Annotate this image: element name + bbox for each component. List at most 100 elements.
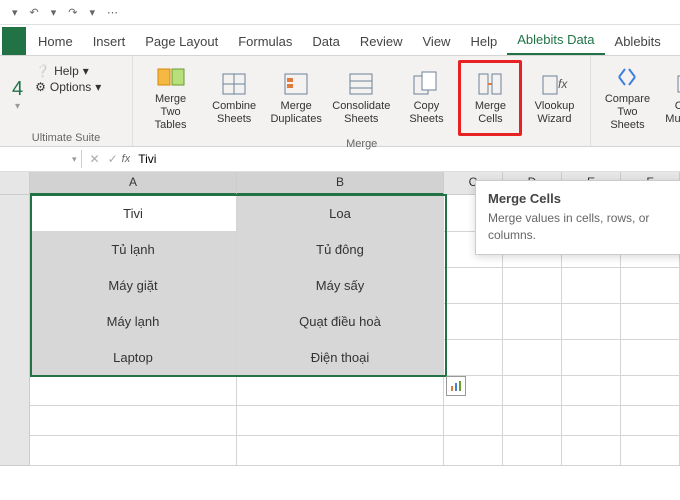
formula-bar[interactable] <box>130 150 680 168</box>
combine-sheets-icon <box>220 70 248 98</box>
cell[interactable] <box>621 267 680 304</box>
compare-multi-icon <box>675 70 680 98</box>
cancel-formula[interactable]: ✕ <box>86 152 104 166</box>
row-header[interactable] <box>0 405 30 436</box>
cell[interactable] <box>621 339 680 376</box>
tab-ablebits-data[interactable]: Ablebits Data <box>507 26 604 55</box>
tooltip-body: Merge values in cells, rows, or columns. <box>488 210 680 244</box>
row-header[interactable] <box>0 375 30 406</box>
cell[interactable] <box>562 267 621 304</box>
cell[interactable]: Điện thoại <box>237 339 444 376</box>
cell[interactable]: Loa <box>237 195 444 232</box>
cell[interactable] <box>562 435 621 466</box>
tooltip: Merge Cells Merge values in cells, rows,… <box>475 180 680 255</box>
copy-sheets-icon <box>412 70 440 98</box>
suite-sub: ▾ <box>15 101 20 112</box>
merge-dup-icon <box>282 70 310 98</box>
col-a[interactable]: A <box>30 172 237 195</box>
tab-page-layout[interactable]: Page Layout <box>135 28 228 55</box>
combine-sheets-button[interactable]: CombineSheets <box>204 60 264 136</box>
cell[interactable] <box>562 405 621 436</box>
cell[interactable] <box>503 375 562 406</box>
undo-button[interactable]: ↶ <box>26 4 43 21</box>
cell[interactable] <box>30 405 237 436</box>
enter-formula[interactable]: ✓ <box>104 152 122 166</box>
cell[interactable]: Quạt điều hoà <box>237 303 444 340</box>
cell[interactable]: Tủ lạnh <box>30 231 237 268</box>
cell[interactable] <box>562 375 621 406</box>
row-header[interactable] <box>0 339 30 376</box>
compare-multiple-button[interactable]: CompMultiple S <box>659 60 680 136</box>
tab-help[interactable]: Help <box>460 28 507 55</box>
cell[interactable]: Máy giặt <box>30 267 237 304</box>
row-header[interactable] <box>0 231 30 268</box>
vlookup-icon: fx <box>540 70 568 98</box>
redo-dd[interactable]: ▾ <box>86 4 100 21</box>
cell[interactable] <box>562 303 621 340</box>
tab-home[interactable]: Home <box>28 28 83 55</box>
cell[interactable] <box>237 375 444 406</box>
cell[interactable] <box>503 339 562 376</box>
cell[interactable]: Tivi <box>30 195 237 232</box>
cell[interactable] <box>444 339 503 376</box>
row-header[interactable] <box>0 303 30 340</box>
name-box[interactable] <box>0 150 72 168</box>
merge-cells-button[interactable]: MergeCells <box>458 60 522 136</box>
group-label-ultimate: Ultimate Suite <box>6 130 126 146</box>
cell[interactable] <box>503 303 562 340</box>
cell[interactable] <box>562 339 621 376</box>
merge-two-tables-button[interactable]: MergeTwo Tables <box>139 60 202 136</box>
cell[interactable] <box>30 435 237 466</box>
cell[interactable]: Máy lạnh <box>30 303 237 340</box>
cell[interactable] <box>444 405 503 436</box>
tab-review[interactable]: Review <box>350 28 413 55</box>
cell[interactable] <box>30 375 237 406</box>
cell[interactable] <box>503 435 562 466</box>
fx-icon[interactable]: fx <box>122 153 131 165</box>
cell[interactable] <box>503 267 562 304</box>
merge-tables-icon <box>157 63 185 91</box>
undo-dd[interactable]: ▾ <box>47 4 61 21</box>
redo-button[interactable]: ↷ <box>64 4 81 21</box>
file-tab[interactable] <box>2 27 26 55</box>
tab-formulas[interactable]: Formulas <box>228 28 302 55</box>
help-button[interactable]: ❔Help ▾ <box>35 64 101 78</box>
cell[interactable] <box>621 303 680 340</box>
consolidate-sheets-button[interactable]: ConsolidateSheets <box>328 60 394 136</box>
cell[interactable] <box>621 405 680 436</box>
cell[interactable] <box>621 375 680 406</box>
compare-two-sheets-button[interactable]: CompareTwo Sheets <box>597 60 657 136</box>
cell[interactable] <box>444 435 503 466</box>
row-header[interactable] <box>0 267 30 304</box>
qat-more[interactable]: ⋯ <box>103 4 122 21</box>
select-all[interactable] <box>0 172 30 195</box>
cell[interactable] <box>237 435 444 466</box>
tab-insert[interactable]: Insert <box>83 28 136 55</box>
cell[interactable] <box>503 405 562 436</box>
consolidate-icon <box>347 70 375 98</box>
cell[interactable]: Laptop <box>30 339 237 376</box>
gear-icon: ⚙ <box>35 80 46 94</box>
tab-data[interactable]: Data <box>302 28 349 55</box>
cell[interactable] <box>621 435 680 466</box>
col-b[interactable]: B <box>237 172 444 195</box>
row-header[interactable] <box>0 435 30 466</box>
save-icon[interactable]: ▾ <box>8 4 22 21</box>
cell[interactable] <box>237 405 444 436</box>
cell[interactable]: Tủ đông <box>237 231 444 268</box>
tab-ablebits[interactable]: Ablebits <box>605 28 671 55</box>
quick-analysis-icon[interactable] <box>446 376 466 396</box>
copy-sheets-button[interactable]: CopySheets <box>396 60 456 136</box>
cell[interactable] <box>444 267 503 304</box>
help-icon: ❔ <box>35 64 50 78</box>
cell[interactable]: Máy sấy <box>237 267 444 304</box>
merge-duplicates-button[interactable]: MergeDuplicates <box>266 60 326 136</box>
merge-cells-icon <box>476 70 504 98</box>
options-button[interactable]: ⚙Options ▾ <box>35 80 101 94</box>
tooltip-title: Merge Cells <box>488 191 680 206</box>
svg-text:fx: fx <box>558 77 568 91</box>
vlookup-wizard-button[interactable]: fx VlookupWizard <box>524 60 584 136</box>
tab-view[interactable]: View <box>413 28 461 55</box>
row-header[interactable] <box>0 195 30 232</box>
cell[interactable] <box>444 303 503 340</box>
